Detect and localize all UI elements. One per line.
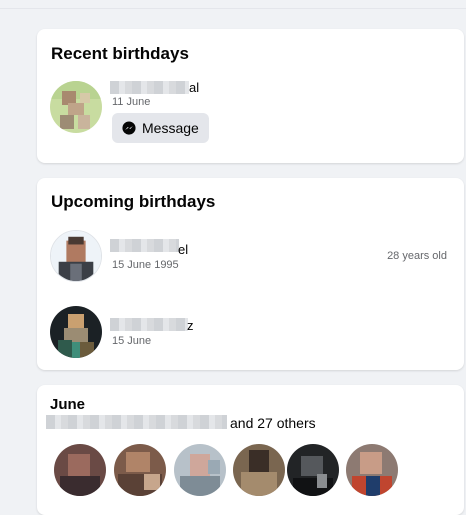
avatar[interactable]: [114, 444, 166, 496]
person-name-tail: z: [187, 318, 194, 333]
avatar[interactable]: [50, 306, 102, 358]
avatar[interactable]: [287, 444, 339, 496]
person-name-tail: al: [189, 80, 200, 95]
blurred-name: [110, 239, 179, 252]
avatar[interactable]: [50, 81, 102, 133]
avatar[interactable]: [50, 230, 102, 282]
june-birthdays-card: June and 27 others: [37, 385, 464, 515]
avatar[interactable]: [54, 444, 106, 496]
top-divider: [0, 0, 466, 9]
messenger-icon: [122, 121, 136, 135]
blurred-name: [110, 81, 189, 94]
message-button[interactable]: Message: [112, 113, 209, 143]
avatar[interactable]: [346, 444, 398, 496]
avatar[interactable]: [233, 444, 285, 496]
month-title: June: [50, 396, 86, 413]
birthday-date: 15 June 1995: [112, 259, 179, 271]
person-name-tail: el: [178, 242, 189, 257]
recent-birthdays-title: Recent birthdays: [51, 44, 189, 63]
recent-birthdays-card: Recent birthdays al 11 June Message: [37, 29, 464, 163]
others-count[interactable]: and 27 others: [230, 415, 316, 431]
birthday-date: 15 June: [112, 335, 152, 347]
birthday-date: 11 June: [112, 96, 151, 108]
blurred-name: [110, 318, 188, 331]
avatar[interactable]: [174, 444, 226, 496]
upcoming-birthdays-card: Upcoming birthdays el 15 June 1995 28 ye…: [37, 178, 464, 370]
upcoming-birthdays-title: Upcoming birthdays: [51, 192, 216, 211]
blurred-names-list: [46, 415, 227, 429]
age-label: 28 years old: [387, 250, 447, 262]
message-button-label: Message: [142, 120, 199, 136]
